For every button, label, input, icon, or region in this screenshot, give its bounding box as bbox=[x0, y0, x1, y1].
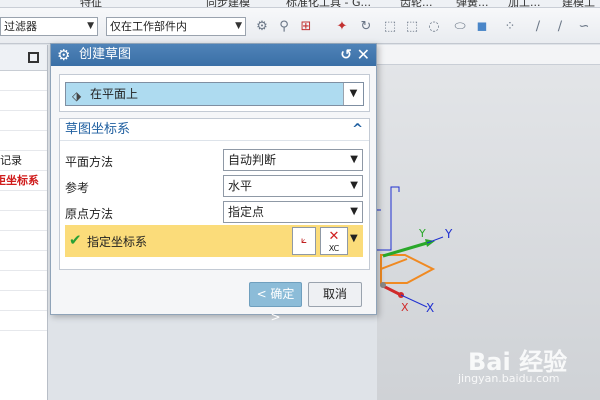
specify-csys-row[interactable]: ✔ 指定坐标系 ⟀ ✕ XC ▼ bbox=[65, 225, 363, 257]
select-box-icon[interactable]: ⬚ bbox=[382, 19, 398, 35]
section-title: 草图坐标系 bbox=[65, 122, 131, 137]
menu-item[interactable]: 特征 bbox=[80, 0, 102, 7]
origin-handle[interactable] bbox=[380, 282, 386, 288]
type-filter-value: 过滤器 bbox=[4, 20, 37, 33]
navigator-row[interactable] bbox=[0, 131, 47, 151]
sketch-type-value: 在平面上 bbox=[90, 87, 139, 101]
menu-strip: 特征 同步建模 标准化工具 - G... 齿轮... 弹簧... 加工... 建… bbox=[0, 0, 600, 8]
reference-label: 参考 bbox=[65, 181, 90, 195]
sketch-type-select[interactable]: ⬗ 在平面上 ▼ bbox=[65, 82, 364, 106]
navigator-row[interactable]: 记录 bbox=[0, 151, 47, 171]
type-filter-combo[interactable]: 过滤器 ▼ bbox=[0, 17, 98, 36]
scope-value: 仅在工作部件内 bbox=[110, 20, 187, 33]
selection-toolbar: 过滤器 ▼ 仅在工作部件内 ▼ ⚙ ⚲ ⊞ ✦ ↻ ⬚ ⬚ ◌ ⬭ ◼ ⁘ ∕ … bbox=[0, 8, 600, 44]
csys-button-text: XC bbox=[328, 244, 340, 253]
maximize-icon[interactable] bbox=[28, 52, 39, 63]
menu-item[interactable]: 同步建模 bbox=[206, 0, 250, 7]
navigator-row[interactable] bbox=[0, 311, 47, 331]
navigator-row[interactable] bbox=[0, 111, 47, 131]
chevron-down-icon: ▼ bbox=[350, 206, 358, 217]
dialog-title: 创建草图 bbox=[79, 47, 132, 62]
sketch-csys-group: 草图坐标系 ^ 平面方法 自动判断 ▼ 参考 水平 ▼ 原点方法 指定点 ▼ ✔… bbox=[59, 118, 370, 270]
point-on-face-icon[interactable]: ⊞ bbox=[298, 19, 314, 35]
reset-icon[interactable]: ↺ bbox=[340, 44, 352, 66]
csys-dialog-icon[interactable]: ⟀ bbox=[292, 227, 316, 255]
x-axis-label-outer: X bbox=[426, 301, 435, 315]
chevron-down-icon[interactable]: ▼ bbox=[350, 233, 358, 244]
chevron-down-icon: ▼ bbox=[87, 21, 94, 31]
ok-button[interactable]: < 确定 > bbox=[249, 282, 302, 324]
menu-item[interactable]: 齿轮... bbox=[400, 0, 433, 7]
navigator-row[interactable] bbox=[0, 231, 47, 251]
snap-point-icon[interactable]: ⚙ bbox=[254, 19, 270, 35]
menu-item[interactable]: 标准化工具 - G... bbox=[286, 0, 371, 7]
navigator-row[interactable] bbox=[0, 71, 47, 91]
origin-method-label: 原点方法 bbox=[65, 207, 114, 221]
chevron-down-icon: ▼ bbox=[350, 180, 358, 191]
navigator-row-active[interactable]: 矩坐标系 bbox=[0, 171, 47, 191]
y-axis-label: Y bbox=[419, 227, 426, 240]
scope-combo[interactable]: 仅在工作部件内 ▼ bbox=[106, 17, 246, 36]
sketch-type-group: ⬗ 在平面上 ▼ bbox=[59, 74, 370, 112]
reference-select[interactable]: 水平 ▼ bbox=[223, 175, 363, 197]
select-circle-icon[interactable]: ◌ bbox=[426, 19, 442, 35]
sketch-plane-icon: ⬗ bbox=[72, 89, 82, 103]
solid-body-icon[interactable]: ⬭ bbox=[452, 19, 468, 35]
select-lasso-icon[interactable]: ⬚ bbox=[404, 19, 420, 35]
sketch-plane-edge bbox=[380, 258, 408, 270]
navigator-row[interactable] bbox=[0, 91, 47, 111]
navigator-row[interactable] bbox=[0, 291, 47, 311]
specify-csys-label: 指定坐标系 bbox=[87, 235, 148, 249]
close-icon[interactable]: ✕ bbox=[357, 44, 370, 66]
chevron-down-icon: ▼ bbox=[235, 21, 242, 31]
checkmark-icon: ✔ bbox=[69, 231, 82, 249]
menu-item[interactable]: 建模工 bbox=[562, 0, 595, 7]
reference-value: 水平 bbox=[228, 179, 253, 193]
cancel-button[interactable]: 取消 bbox=[308, 282, 362, 307]
navigator-header bbox=[0, 45, 47, 71]
plane-method-label: 平面方法 bbox=[65, 155, 114, 169]
navigator-row[interactable] bbox=[0, 251, 47, 271]
gear-icon[interactable]: ⚙ bbox=[57, 44, 70, 66]
tangent-icon[interactable]: ∽ bbox=[576, 19, 592, 35]
plane-method-select[interactable]: 自动判断 ▼ bbox=[223, 149, 363, 171]
csys-triad-icon: ✕ bbox=[328, 229, 340, 244]
origin-method-value: 指定点 bbox=[228, 205, 265, 219]
origin-method-select[interactable]: 指定点 ▼ bbox=[223, 201, 363, 223]
part-navigator: 记录 矩坐标系 bbox=[0, 45, 48, 400]
watermark-url: jingyan.baidu.com bbox=[458, 372, 560, 385]
sketch-csys-header[interactable]: 草图坐标系 ^ bbox=[60, 119, 369, 141]
navigator-row[interactable] bbox=[0, 271, 47, 291]
menu-item[interactable]: 弹簧... bbox=[456, 0, 489, 7]
intersect-point-icon[interactable]: ✦ bbox=[334, 19, 350, 35]
dialog-titlebar[interactable]: ⚙ 创建草图 ↺ ✕ bbox=[51, 44, 376, 66]
navigator-row[interactable] bbox=[0, 211, 47, 231]
x-axis-label: X bbox=[401, 301, 409, 314]
cube-icon[interactable]: ◼ bbox=[474, 19, 490, 35]
rotate-icon[interactable]: ↻ bbox=[358, 19, 374, 35]
navigator-row[interactable] bbox=[0, 191, 47, 211]
collapse-caret-icon[interactable]: ^ bbox=[352, 119, 363, 141]
create-sketch-dialog: ⚙ 创建草图 ↺ ✕ ⬗ 在平面上 ▼ 草图坐标系 ^ 平面方法 自动判断 ▼ … bbox=[50, 43, 377, 324]
y-axis-label-outer: Y bbox=[445, 227, 453, 241]
filter-icon[interactable]: ⚲ bbox=[276, 19, 292, 35]
chevron-down-icon[interactable]: ▼ bbox=[343, 83, 363, 105]
sketch-plane-outline bbox=[377, 186, 400, 251]
plane-method-value: 自动判断 bbox=[228, 153, 277, 167]
inferred-csys-button[interactable]: ✕ XC bbox=[320, 227, 348, 255]
snap-grid-icon[interactable]: ⁘ bbox=[502, 19, 518, 35]
chevron-down-icon: ▼ bbox=[350, 154, 358, 165]
menu-item[interactable]: 加工... bbox=[508, 0, 541, 7]
curve-icon[interactable]: ∕ bbox=[552, 19, 568, 35]
line-icon[interactable]: ∕ bbox=[530, 19, 546, 35]
